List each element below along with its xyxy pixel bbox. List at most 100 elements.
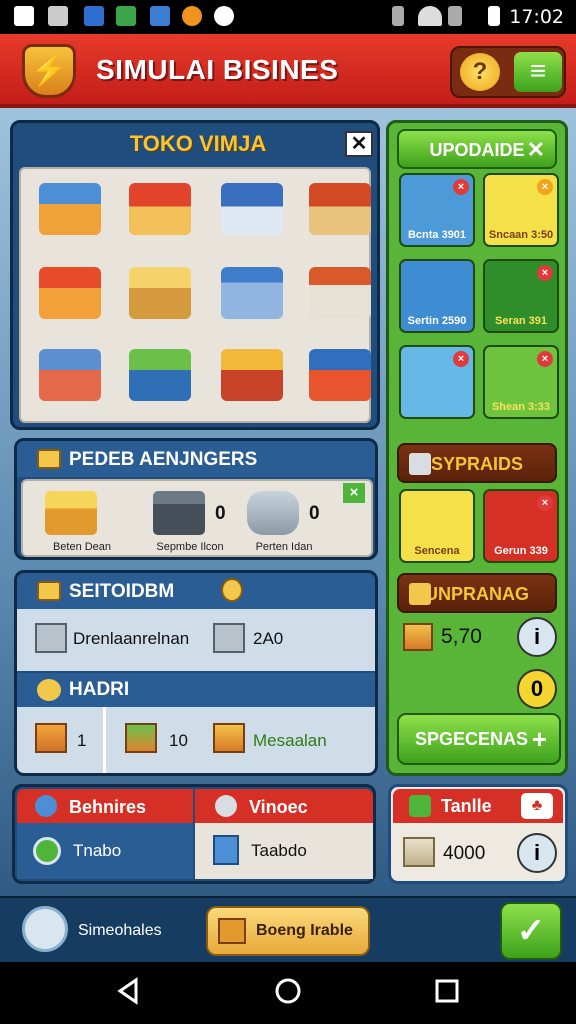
primary-button[interactable]: Boeng Irable [206,906,370,956]
confirm-button[interactable]: ✓ [500,902,562,960]
home-icon[interactable] [273,976,303,1006]
suppliers-header: PEDEB AENJNGERS [17,441,375,477]
tanlle-panel: Tanlle ♣ 4000 i [388,784,568,884]
chat-button[interactable]: ? [460,53,500,91]
coin-icon [221,578,243,602]
shop-grid [19,167,371,423]
tab-left-label: Behnires [69,797,147,817]
tab-right-content: Taabdo [195,823,373,879]
cube-icon[interactable] [22,906,68,952]
upgrade-tile[interactable]: × [399,345,475,419]
back-icon[interactable] [114,976,144,1006]
upgrade-tile[interactable]: × Shean 3:33 [483,345,559,419]
action-button[interactable]: SPGECENAS + [397,713,561,765]
stock-label: Drenlaanrelnan [73,629,190,648]
box-icon [37,581,61,601]
supplier-item[interactable]: Beten Dean [27,485,137,555]
unprang-title: UNPRANAG [424,584,529,604]
logo-icon: ⚡ [22,44,76,98]
tab-right-value: Taabdo [251,841,307,860]
crate-icon [125,723,157,753]
shop-item[interactable] [39,349,101,401]
shop-item[interactable] [221,267,283,319]
shop-item[interactable] [309,349,371,401]
gallery-icon [14,6,34,26]
wrench-icon [409,453,431,475]
shop-item[interactable] [221,349,283,401]
stock-subheader: HADRI [17,673,375,707]
shop-item[interactable] [129,267,191,319]
close-button[interactable]: ✕ [345,131,373,157]
tanlle-header: Tanlle ♣ [393,789,563,823]
info-icon[interactable]: i [517,833,557,873]
tab-left-value: Tnabo [73,841,122,860]
app-title: SIMULAI BISINES [96,54,339,85]
tab-left[interactable]: Behnires [17,789,193,823]
crate-icon [409,583,431,605]
recents-icon[interactable] [432,976,462,1006]
coin-icon[interactable]: 0 [517,669,557,709]
crate-icon [403,837,435,867]
bluetooth-icon [392,6,404,26]
supplier-count: 0 [309,503,320,524]
badge-icon: × [537,265,553,281]
shop-item[interactable] [309,183,371,235]
app-icon [116,6,136,26]
globe-icon [33,837,61,865]
upgrade-title: UPODAIDE [429,140,525,160]
alert-icon[interactable]: ♣ [521,793,553,819]
upgrade-label: Shean 3:33 [491,401,551,413]
wifi-icon [418,6,442,26]
syprads-tile[interactable]: Sencena [399,489,475,563]
action-label: SPGECENAS [415,729,529,749]
tanlle-title: Tanlle [441,796,492,816]
primary-button-label: Boeng Irable [256,922,353,939]
stock-header: SEITOIDBM [17,573,375,609]
supplier-item[interactable]: 0 Perten Idan [229,485,339,555]
stock-subtitle: HADRI [69,679,130,700]
tab-right-label: Vinoec [249,797,308,817]
gear-icon [35,795,57,817]
stock-row: Drenlaanrelnan 2A0 [17,609,375,671]
shop-item[interactable] [129,349,191,401]
upgrade-tile[interactable]: × Sncaan 3:50 [483,173,559,247]
machine-icon [153,491,205,535]
upgrade-tile[interactable]: × Bcnta 3901 [399,173,475,247]
upgrade-tile[interactable]: Sertin 2590 [399,259,475,333]
syprads-header: SYPRAIDS [397,443,557,483]
upgrade-label: Bcnta 3901 [407,229,467,241]
tanlle-value: 4000 [443,843,486,864]
shop-item[interactable] [309,267,371,319]
upgrade-tile[interactable]: × Seran 391 [483,259,559,333]
upgrade-panel: UPODAIDE ✕ × Bcnta 3901 × Sncaan 3:50 Sert… [386,120,568,776]
syprads-tile[interactable]: × Gerun 339 [483,489,559,563]
stock-value: 2A0 [253,629,284,648]
clock-icon [215,795,237,817]
unprang-header: UNPRANAG [397,573,557,613]
header-buttons: ? ≡ [450,46,566,98]
upgrade-label: Sertin 2590 [407,315,467,327]
shop-item[interactable] [129,183,191,235]
app-header: ⚡ SIMULAI BISINES ? ≡ [0,34,576,108]
menu-button[interactable]: ≡ [514,52,562,92]
crate-icon [213,723,245,753]
shop-item[interactable] [39,183,101,235]
upgrade-label: Sncaan 3:50 [488,229,554,241]
close-icon[interactable]: ✕ [527,131,545,169]
upgrade-label: Seran 391 [495,315,547,327]
stock-value: 1 [77,731,87,750]
tab-right[interactable]: Vinoec [195,789,373,823]
stock-title: SEITOIDBM [69,581,175,602]
android-nav-bar [0,962,576,1024]
stock-value: Mesaalan [253,731,327,750]
shop-title: TOKO VIMJA [129,131,267,156]
suppliers-panel: PEDEB AENJNGERS × Beten Dean 0 Sepmbe Il… [14,438,378,560]
stock-panel: SEITOIDBM Drenlaanrelnan 2A0 HADRI 1 10 … [14,570,378,776]
supplier-count: 0 [215,503,226,524]
shop-item[interactable] [221,183,283,235]
shop-item[interactable] [39,267,101,319]
suppliers-list: × Beten Dean 0 Sepmbe Ilcon 0 Perten Ida… [21,479,373,557]
add-button[interactable]: × [343,483,365,503]
info-icon[interactable]: i [517,617,557,657]
box-icon [37,449,61,469]
